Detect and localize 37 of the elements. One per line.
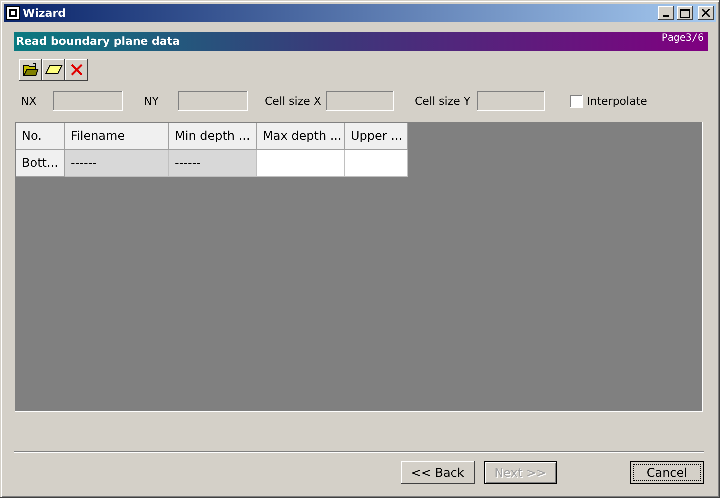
- input-field[interactable]: [326, 91, 394, 111]
- field-label: NY: [144, 94, 160, 108]
- column-header[interactable]: No.: [16, 123, 65, 150]
- input-field[interactable]: [53, 91, 123, 111]
- interpolate-checkbox[interactable]: [570, 94, 583, 108]
- column-header[interactable]: Max depth ...: [257, 123, 345, 150]
- table-cell: ------: [169, 150, 257, 177]
- close-button[interactable]: [698, 6, 714, 20]
- window-title: Wizard: [23, 6, 68, 20]
- app-icon: [6, 6, 20, 20]
- close-icon: [702, 9, 710, 17]
- field-label: Cell size X: [265, 94, 322, 108]
- page-indicator: Page3/6: [662, 33, 704, 44]
- plane-icon: [44, 65, 62, 75]
- back-button[interactable]: << Back: [401, 461, 475, 484]
- column-header[interactable]: Filename: [65, 123, 169, 150]
- maximize-button[interactable]: [677, 6, 693, 20]
- input-field[interactable]: [477, 91, 545, 111]
- field-label: NX: [21, 94, 38, 108]
- table-cell[interactable]: [257, 150, 345, 177]
- banner-title: Read boundary plane data: [16, 35, 180, 48]
- open-folder-icon: [22, 63, 38, 77]
- maximize-icon: [680, 8, 690, 18]
- toolbar-button[interactable]: [42, 59, 65, 81]
- table-cell: ------: [65, 150, 169, 177]
- checkbox-label: Interpolate: [587, 94, 648, 108]
- column-header[interactable]: Min depth ...: [169, 123, 257, 150]
- toolbar-button[interactable]: [65, 59, 88, 81]
- input-field[interactable]: [178, 91, 248, 111]
- table-cell[interactable]: [345, 150, 408, 177]
- row-header: Bott...: [16, 150, 65, 177]
- field-label: Cell size Y: [415, 94, 472, 108]
- delete-icon: [70, 63, 84, 77]
- cancel-button[interactable]: Cancel: [630, 461, 704, 484]
- toolbar-button[interactable]: [19, 59, 42, 81]
- minimize-button[interactable]: [658, 6, 674, 20]
- column-header[interactable]: Upper ...: [345, 123, 408, 150]
